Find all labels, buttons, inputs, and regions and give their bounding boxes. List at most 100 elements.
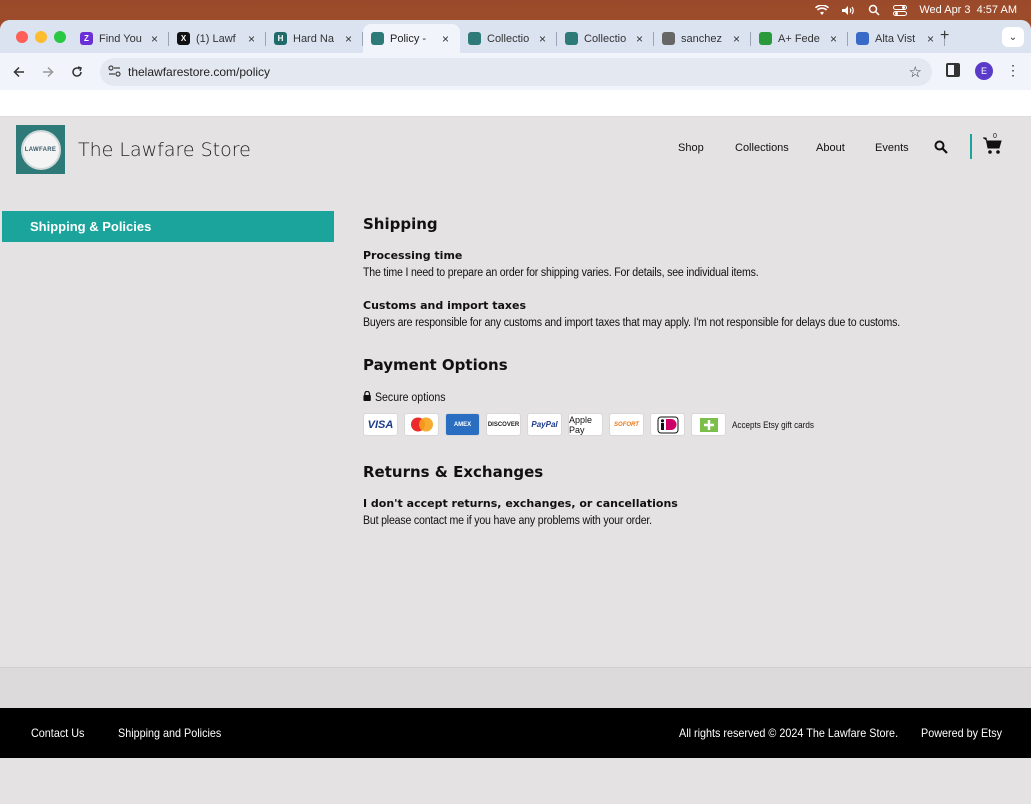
tab-favicon-icon [371,32,384,45]
page-bottom [0,758,1031,804]
tab-favicon-icon [759,32,772,45]
url-text[interactable]: thelawfarestore.com/policy [128,65,270,79]
browser-tab[interactable]: Z Find You × [72,24,169,53]
nav-about[interactable]: About [816,142,845,154]
payment-methods: VISA AMEX DISCOVER PayPal Apple Pay SOFO… [363,413,823,436]
customs-text: Buyers are responsible for any customs a… [363,317,901,329]
footer-spacer [0,667,1031,708]
tab-close-icon[interactable]: × [733,32,743,46]
cart-count-badge: 0 [993,133,997,140]
footer-copyright: All rights reserved © 2024 The Lawfare S… [679,726,899,740]
customs-heading: Customs and import taxes [363,299,527,312]
browser-tab[interactable]: H Hard Na × [266,24,363,53]
tab-title: Find You [99,32,142,45]
nav-events[interactable]: Events [875,142,909,154]
tab-close-icon[interactable]: × [345,32,355,46]
tab-close-icon[interactable]: × [636,32,646,46]
footer-shipping-link[interactable]: Shipping and Policies [118,726,221,740]
new-tab-button[interactable]: + [940,27,949,45]
bookmark-star-icon[interactable]: ☆ [909,63,922,81]
wifi-icon[interactable] [815,4,830,16]
processing-time-heading: Processing time [363,249,463,262]
mastercard-icon [404,413,439,436]
volume-icon[interactable] [841,4,855,16]
tab-title: Hard Na [293,32,334,45]
close-window-button[interactable] [16,31,28,43]
side-panel-icon[interactable] [946,63,960,77]
amex-icon: AMEX [445,413,480,436]
browser-tab[interactable]: X (1) Lawf × [169,24,266,53]
header-divider [970,134,972,159]
footer-powered-by-etsy[interactable]: Powered by Etsy [921,726,1002,740]
nav-shop[interactable]: Shop [678,142,704,154]
site-footer: Contact Us Shipping and Policies All rig… [0,708,1031,758]
sofort-icon: SOFORT [609,413,644,436]
tab-strip: Z Find You × X (1) Lawf × H Hard Na × Policy - × Co… [0,20,1031,53]
footer-contact-link[interactable]: Contact Us [31,726,84,740]
bookmarks-bar [0,90,1031,117]
returns-subheading: I don't accept returns, exchanges, or ca… [363,497,678,510]
reload-icon[interactable] [67,62,87,82]
tab-favicon-icon: H [274,32,287,45]
site-header: LAWFARE The Lawfare Store Shop Collectio… [0,117,1031,177]
tab-close-icon[interactable]: × [830,32,840,46]
menubar-datetime[interactable]: Wed Apr 3 4:57 AM [919,4,1017,16]
control-center-icon[interactable] [893,4,908,16]
lock-icon [363,390,371,404]
logo-emblem: LAWFARE [20,129,61,170]
tab-favicon-icon [565,32,578,45]
apple-pay-icon: Apple Pay [568,413,603,436]
minimize-window-button[interactable] [35,31,47,43]
store-name[interactable]: The Lawfare Store [78,139,251,161]
browser-toolbar: thelawfarestore.com/policy ☆ E ⋮ [0,53,1031,90]
tab-close-icon[interactable]: × [151,32,161,46]
tab-favicon-icon: Z [80,32,93,45]
tab-title: sanchez [681,32,722,45]
tab-favicon-icon [856,32,869,45]
search-icon[interactable] [934,140,948,154]
browser-tab[interactable]: Alta Vist × [848,24,945,53]
tab-search-chevron-icon[interactable]: ⌄ [1002,27,1024,47]
store-logo[interactable]: LAWFARE [16,125,65,174]
paypal-icon: PayPal [527,413,562,436]
forward-arrow-icon[interactable] [38,62,58,82]
tab-close-icon[interactable]: × [539,32,549,46]
web-page: LAWFARE The Lawfare Store Shop Collectio… [0,117,1031,804]
tab-close-icon[interactable]: × [442,32,452,46]
browser-tab[interactable]: Collectio × [460,24,557,53]
shipping-heading: Shipping [363,215,438,233]
returns-text: But please contact me if you have any pr… [363,515,652,527]
nav-collections[interactable]: Collections [735,142,789,154]
browser-tab[interactable]: A+ Fede × [751,24,848,53]
ideal-icon [650,413,685,436]
site-info-icon[interactable] [108,65,121,80]
tab-title: Collectio [584,32,627,45]
tab-title: (1) Lawf [196,32,236,45]
payment-options-heading: Payment Options [363,356,508,374]
secure-options-label: Secure options [374,391,446,404]
browser-tab[interactable]: Collectio × [557,24,654,53]
macos-menubar: Wed Apr 3 4:57 AM [0,0,1031,20]
tab-title: Collectio [487,32,530,45]
zoom-window-button[interactable] [54,31,66,43]
tab-favicon-icon: X [177,32,190,45]
browser-tab[interactable]: Policy - × [363,24,460,53]
address-bar[interactable]: thelawfarestore.com/policy ☆ [100,58,932,86]
tab-list: Z Find You × X (1) Lawf × H Hard Na × Policy - × Co… [72,24,945,53]
sidebar-item-shipping-policies[interactable]: Shipping & Policies [2,211,334,242]
tab-close-icon[interactable]: × [248,32,258,46]
profile-avatar[interactable]: E [975,62,993,80]
tab-favicon-icon [468,32,481,45]
tab-favicon-icon [662,32,675,45]
tab-close-icon[interactable]: × [927,32,937,46]
discover-icon: DISCOVER [486,413,521,436]
back-arrow-icon[interactable] [9,62,29,82]
visa-icon: VISA [363,413,398,436]
returns-heading: Returns & Exchanges [363,463,544,481]
spotlight-icon[interactable] [867,4,881,16]
processing-time-text: The time I need to prepare an order for … [363,267,759,279]
secure-options: Secure options [363,390,446,404]
browser-menu-icon[interactable]: ⋮ [1006,62,1020,79]
browser-tab[interactable]: sanchez × [654,24,751,53]
browser-window: Z Find You × X (1) Lawf × H Hard Na × Policy - × Co… [0,20,1031,804]
